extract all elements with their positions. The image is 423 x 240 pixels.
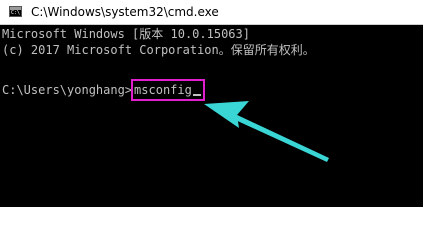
text-cursor [192,94,201,96]
prompt-path: C:\Users\yonghang> [2,83,133,97]
command-highlight-box: msconfig [131,79,205,101]
typed-command[interactable]: msconfig [134,83,192,97]
icon-glyph: C:\ [11,10,21,16]
window-title: C:\Windows\system32\cmd.exe [31,5,219,19]
console-line-prompt: C:\Users\yonghang> msconfig [2,79,205,101]
console-line-version: Microsoft Windows [版本 10.0.15063] [2,27,250,41]
cmd-app-icon[interactable]: C:\ [9,6,22,17]
title-bar[interactable]: C:\ C:\Windows\system32\cmd.exe [0,0,423,25]
console-output[interactable]: Microsoft Windows [版本 10.0.15063] (c) 20… [0,25,423,207]
cmd-window: C:\ C:\Windows\system32\cmd.exe Microsof… [0,0,423,207]
console-line-copyright: (c) 2017 Microsoft Corporation。保留所有权利。 [2,43,315,57]
